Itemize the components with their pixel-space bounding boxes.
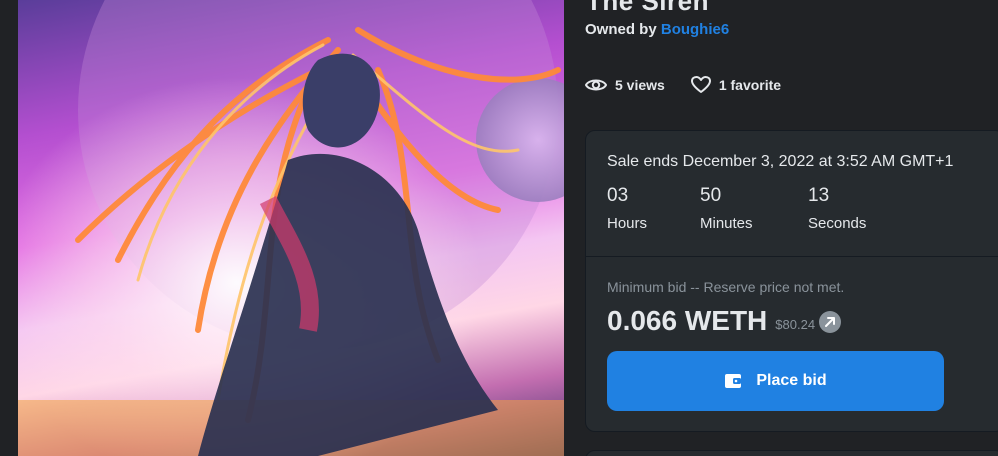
- arrow-up-right-icon[interactable]: [819, 311, 842, 333]
- countdown-minutes-value: 50: [700, 185, 722, 206]
- countdown-hours-value: 03: [607, 185, 629, 206]
- heart-icon[interactable]: [690, 76, 711, 94]
- price-row: 0.066 WETH $80.24: [607, 305, 983, 337]
- countdown-hours-label: Hours: [607, 215, 648, 232]
- asset-details-panel: The Siren Owned by Boughie6 5 views 1 fa…: [564, 0, 998, 456]
- favorites-count: 1 favorite: [718, 77, 782, 93]
- usd-price: $80.24: [775, 316, 816, 332]
- sale-body: Minimum bid -- Reserve price not met. 0.…: [586, 257, 998, 431]
- nft-artwork-image[interactable]: [18, 0, 564, 456]
- artwork-illustration: [18, 0, 564, 456]
- views-count: 5 views: [615, 77, 665, 93]
- owner-link[interactable]: Boughie6: [661, 21, 729, 38]
- eye-icon: [585, 79, 607, 91]
- countdown-hours: 03 Hours: [607, 185, 700, 232]
- owned-by: Owned by Boughie6: [585, 21, 729, 38]
- countdown-seconds-label: Seconds: [808, 215, 867, 232]
- place-bid-button[interactable]: Place bid: [607, 351, 944, 411]
- favorites-stat[interactable]: 1 favorite: [690, 76, 782, 94]
- countdown-seconds: 13 Seconds: [808, 185, 908, 232]
- sale-header: Sale ends December 3, 2022 at 3:52 AM GM…: [586, 131, 998, 257]
- views-stat: 5 views: [585, 77, 665, 93]
- left-gutter: [0, 0, 18, 456]
- owned-by-label: Owned by: [585, 21, 657, 38]
- price-value: 0.066 WETH: [607, 305, 768, 336]
- countdown-minutes: 50 Minutes: [700, 185, 808, 232]
- asset-title: The Siren: [586, 0, 709, 16]
- asset-stats: 5 views 1 favorite: [585, 76, 807, 94]
- next-section-card: [585, 450, 998, 456]
- countdown-seconds-value: 13: [808, 185, 830, 206]
- countdown-minutes-label: Minutes: [700, 215, 753, 232]
- minimum-bid-text: Minimum bid -- Reserve price not met.: [607, 279, 845, 295]
- sale-card: Sale ends December 3, 2022 at 3:52 AM GM…: [585, 130, 998, 432]
- place-bid-label: Place bid: [756, 372, 827, 389]
- wallet-icon: [725, 374, 742, 388]
- countdown: 03 Hours 50 Minutes 13 Seconds: [607, 185, 983, 232]
- sale-ends-text: Sale ends December 3, 2022 at 3:52 AM GM…: [607, 153, 954, 170]
